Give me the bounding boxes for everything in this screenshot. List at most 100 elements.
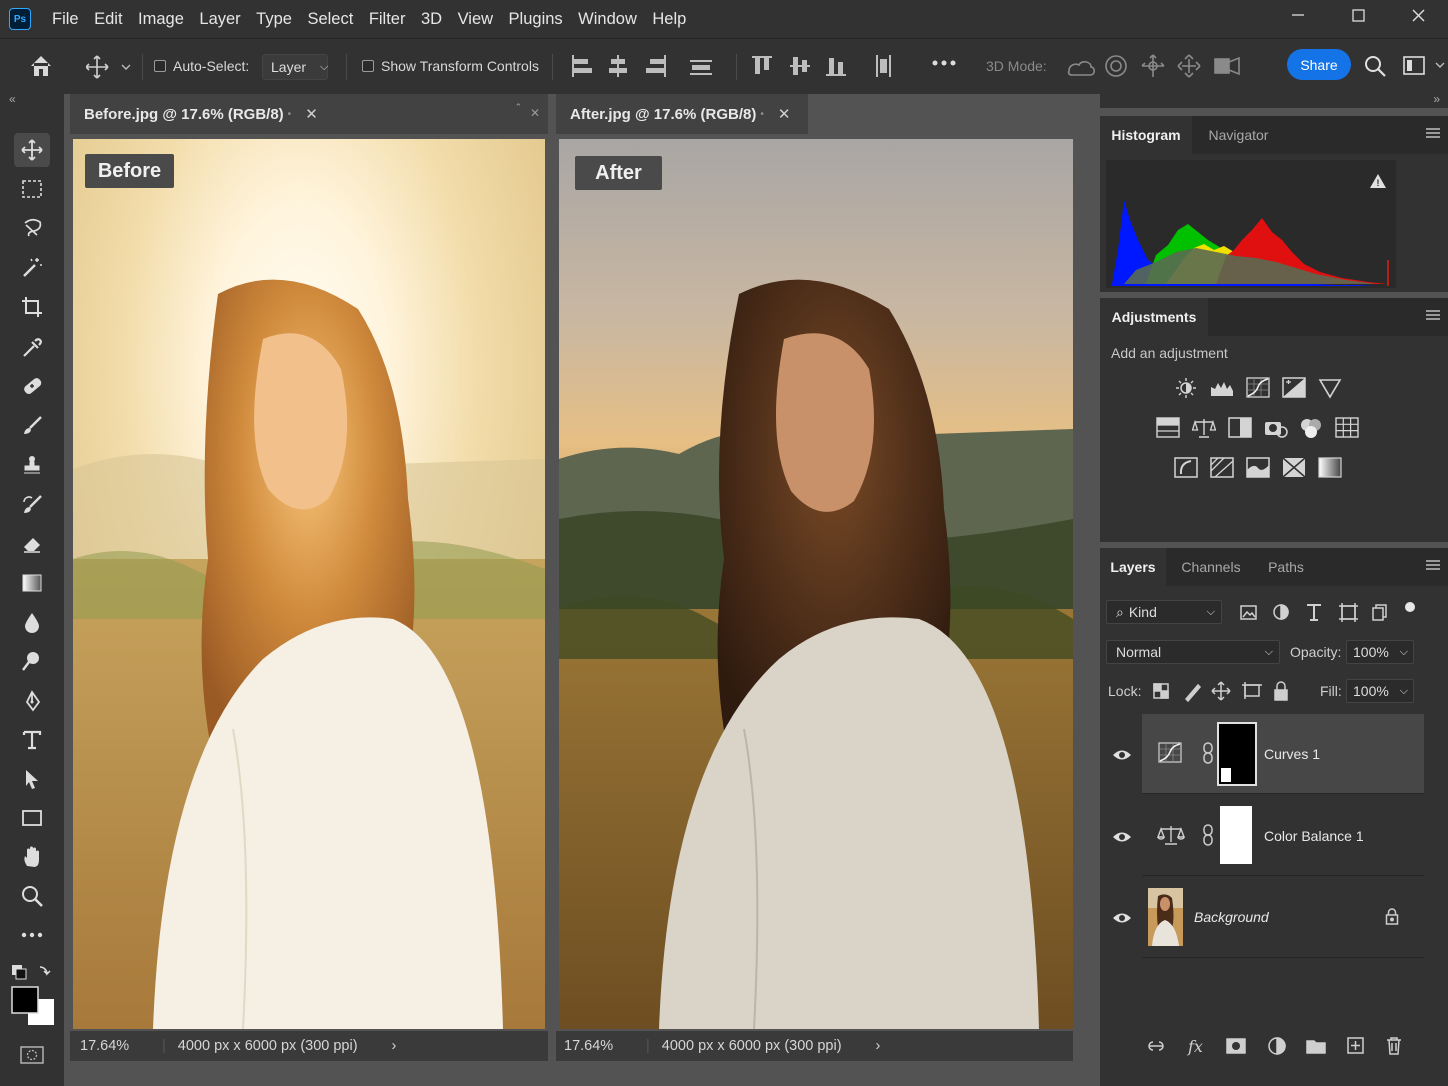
panel-menu-icon[interactable]	[1426, 560, 1440, 570]
workspace-icon[interactable]	[1403, 56, 1445, 76]
share-button[interactable]: Share	[1287, 49, 1351, 80]
panel-menu-icon[interactable]	[1426, 310, 1440, 320]
menu-help[interactable]: Help	[652, 10, 686, 29]
close-tab-icon[interactable]: ✕	[305, 105, 318, 123]
blend-mode-dropdown[interactable]: Normal ⌵	[1106, 640, 1280, 664]
tab-adjustments[interactable]: Adjustments	[1100, 298, 1208, 336]
threshold-icon[interactable]	[1246, 457, 1270, 479]
brush-tool-icon[interactable]	[14, 409, 50, 443]
tab-channels[interactable]: Channels	[1170, 548, 1252, 586]
menu-window[interactable]: Window	[578, 10, 637, 29]
tab-layers[interactable]: Layers	[1100, 548, 1166, 586]
gradient-map-icon[interactable]	[1318, 457, 1342, 479]
document-tab-after[interactable]: After.jpg @ 17.6% (RGB/8) • ✕	[556, 94, 808, 134]
toolbar-collapse-strip[interactable]: «	[0, 92, 64, 108]
layer-thumbnail[interactable]	[1148, 888, 1183, 946]
more-tools-icon[interactable]	[14, 918, 50, 952]
tab-histogram[interactable]: Histogram	[1100, 116, 1192, 154]
panel-menu-icon[interactable]	[1426, 128, 1440, 138]
history-brush-tool-icon[interactable]	[14, 488, 50, 522]
canvas-before[interactable]: Before	[73, 139, 545, 1029]
gradient-tool-icon[interactable]	[14, 566, 50, 600]
invert-icon[interactable]	[1174, 457, 1198, 479]
menu-3d[interactable]: 3D	[421, 10, 442, 29]
brightness-contrast-icon[interactable]	[1174, 377, 1198, 399]
eyedropper-tool-icon[interactable]	[14, 330, 50, 364]
maximize-icon[interactable]	[1328, 0, 1388, 30]
tab-paths[interactable]: Paths	[1256, 548, 1316, 586]
quick-mask-icon[interactable]	[20, 1046, 44, 1067]
posterize-icon[interactable]	[1210, 457, 1234, 479]
clone-stamp-tool-icon[interactable]	[14, 448, 50, 482]
lock-icon[interactable]	[1385, 908, 1399, 929]
color-balance-icon[interactable]	[1191, 417, 1217, 439]
dodge-tool-icon[interactable]	[14, 644, 50, 678]
path-selection-tool-icon[interactable]	[14, 762, 50, 796]
layer-mask-thumbnail[interactable]	[1220, 806, 1252, 864]
menu-image[interactable]: Image	[138, 10, 184, 29]
visibility-eye-icon[interactable]	[1112, 830, 1132, 847]
layer-row-color-balance[interactable]: Color Balance 1	[1142, 796, 1424, 876]
menu-select[interactable]: Select	[307, 10, 353, 29]
mask-link-icon[interactable]	[1202, 742, 1214, 767]
show-transform-checkbox[interactable]: Show Transform Controls	[362, 58, 539, 74]
menu-view[interactable]: View	[458, 10, 493, 29]
magic-wand-tool-icon[interactable]	[14, 250, 50, 284]
photo-filter-icon[interactable]	[1264, 417, 1288, 439]
opacity-input[interactable]: 100% ⌵	[1346, 640, 1414, 664]
tab-navigator[interactable]: Navigator	[1192, 116, 1285, 154]
black-white-icon[interactable]	[1228, 417, 1252, 439]
healing-brush-tool-icon[interactable]	[14, 369, 50, 403]
panels-collapse-strip[interactable]: »	[1100, 92, 1448, 108]
layer-name[interactable]: Color Balance 1	[1264, 828, 1364, 844]
close-icon[interactable]	[1388, 0, 1448, 30]
layer-name[interactable]: Background	[1194, 909, 1269, 925]
rectangle-tool-icon[interactable]	[14, 801, 50, 835]
exposure-icon[interactable]	[1282, 377, 1306, 399]
vibrance-icon[interactable]	[1318, 377, 1342, 399]
layer-row-background[interactable]: Background	[1142, 878, 1424, 958]
layer-filter-dropdown[interactable]: ⌕ Kind ⌵	[1106, 600, 1222, 624]
move-tool-icon[interactable]	[14, 133, 50, 167]
menu-plugins[interactable]: Plugins	[509, 10, 563, 29]
fill-input[interactable]: 100% ⌵	[1346, 679, 1414, 703]
curves-icon[interactable]	[1246, 377, 1270, 399]
search-icon[interactable]	[1364, 55, 1386, 77]
type-tool-icon[interactable]	[14, 723, 50, 757]
selective-color-icon[interactable]	[1282, 457, 1306, 479]
eraser-tool-icon[interactable]	[14, 527, 50, 561]
menu-filter[interactable]: Filter	[369, 10, 406, 29]
status-arrow-icon[interactable]: ›	[392, 1038, 397, 1054]
menu-layer[interactable]: Layer	[199, 10, 240, 29]
home-icon[interactable]	[28, 53, 54, 79]
color-swatches[interactable]	[10, 963, 58, 1033]
auto-select-dropdown[interactable]: Layer ⌵	[262, 54, 328, 80]
zoom-level[interactable]: 17.64%	[80, 1038, 162, 1054]
blur-tool-icon[interactable]	[14, 605, 50, 639]
pen-tool-icon[interactable]	[14, 684, 50, 718]
menu-file[interactable]: File	[52, 10, 79, 29]
lasso-tool-icon[interactable]	[14, 211, 50, 245]
minimize-icon[interactable]	[1268, 0, 1328, 30]
channel-mixer-icon[interactable]	[1299, 417, 1323, 439]
layer-mask-thumbnail[interactable]	[1217, 722, 1257, 786]
zoom-tool-icon[interactable]	[14, 879, 50, 913]
visibility-eye-icon[interactable]	[1112, 748, 1132, 765]
canvas-after[interactable]: After	[559, 139, 1073, 1029]
zoom-level[interactable]: 17.64%	[564, 1038, 646, 1054]
layer-row-curves[interactable]: Curves 1	[1142, 714, 1424, 794]
close-tab-icon[interactable]: ✕	[778, 105, 791, 123]
visibility-eye-icon[interactable]	[1112, 911, 1132, 928]
more-options-icon[interactable]	[932, 58, 956, 68]
marquee-tool-icon[interactable]	[14, 172, 50, 206]
menu-type[interactable]: Type	[256, 10, 292, 29]
auto-select-checkbox[interactable]: Auto-Select:	[154, 58, 249, 74]
status-arrow-icon[interactable]: ›	[876, 1038, 881, 1054]
crop-tool-icon[interactable]	[14, 290, 50, 324]
menu-edit[interactable]: Edit	[94, 10, 122, 29]
layer-name[interactable]: Curves 1	[1264, 746, 1320, 762]
color-lookup-icon[interactable]	[1335, 417, 1359, 439]
hue-saturation-icon[interactable]	[1156, 417, 1180, 439]
document-tab-before[interactable]: Before.jpg @ 17.6% (RGB/8) • ✕ ˆ ✕	[70, 94, 548, 134]
mask-link-icon[interactable]	[1202, 824, 1214, 849]
